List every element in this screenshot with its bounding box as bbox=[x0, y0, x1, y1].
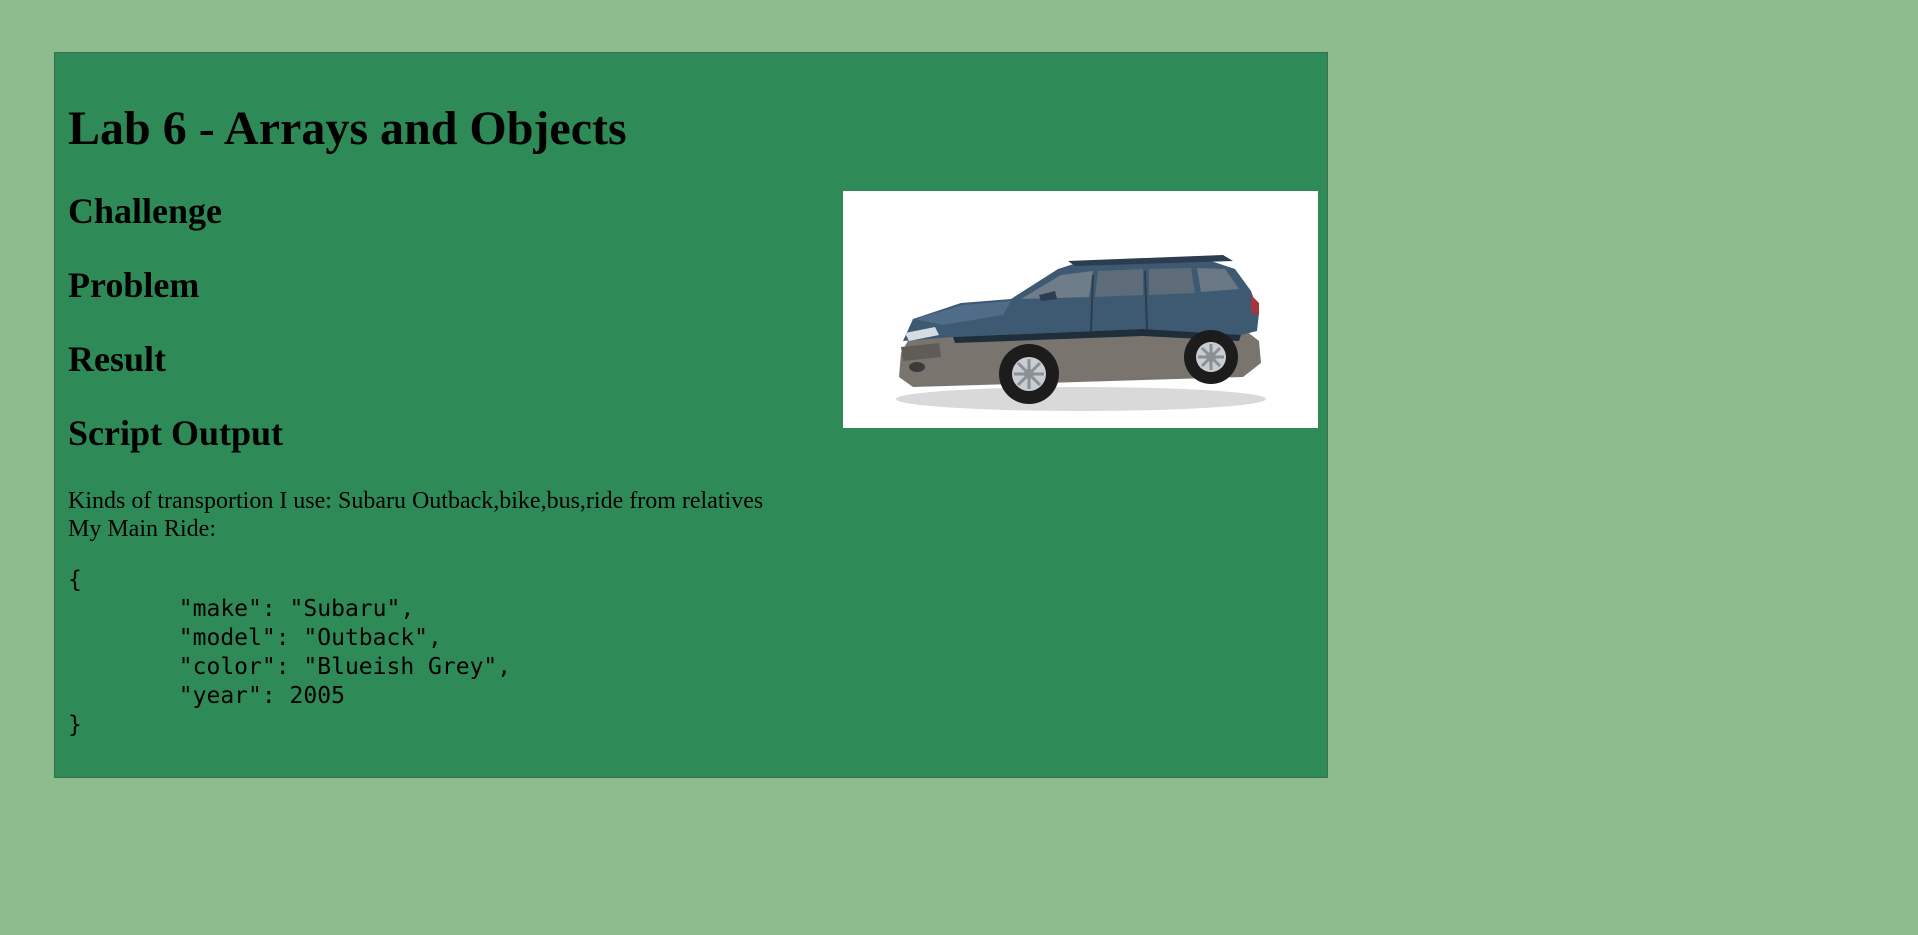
page-title: Lab 6 - Arrays and Objects bbox=[68, 102, 627, 155]
car-illustration bbox=[896, 255, 1266, 411]
script-output-text: Kinds of transportion I use: Subaru Outb… bbox=[68, 487, 763, 543]
content-panel: Lab 6 - Arrays and Objects Challenge Pro… bbox=[54, 52, 1328, 778]
transport-list-line: Kinds of transportion I use: Subaru Outb… bbox=[68, 488, 764, 514]
heading-script-output: Script Output bbox=[68, 413, 284, 453]
heading-challenge: Challenge bbox=[68, 191, 223, 231]
main-ride-json: { "make": "Subaru", "model": "Outback", … bbox=[68, 567, 512, 738]
heading-problem: Problem bbox=[68, 265, 200, 305]
car-image bbox=[843, 191, 1318, 428]
main-ride-label: My Main Ride: bbox=[68, 516, 216, 542]
heading-result: Result bbox=[68, 339, 166, 379]
